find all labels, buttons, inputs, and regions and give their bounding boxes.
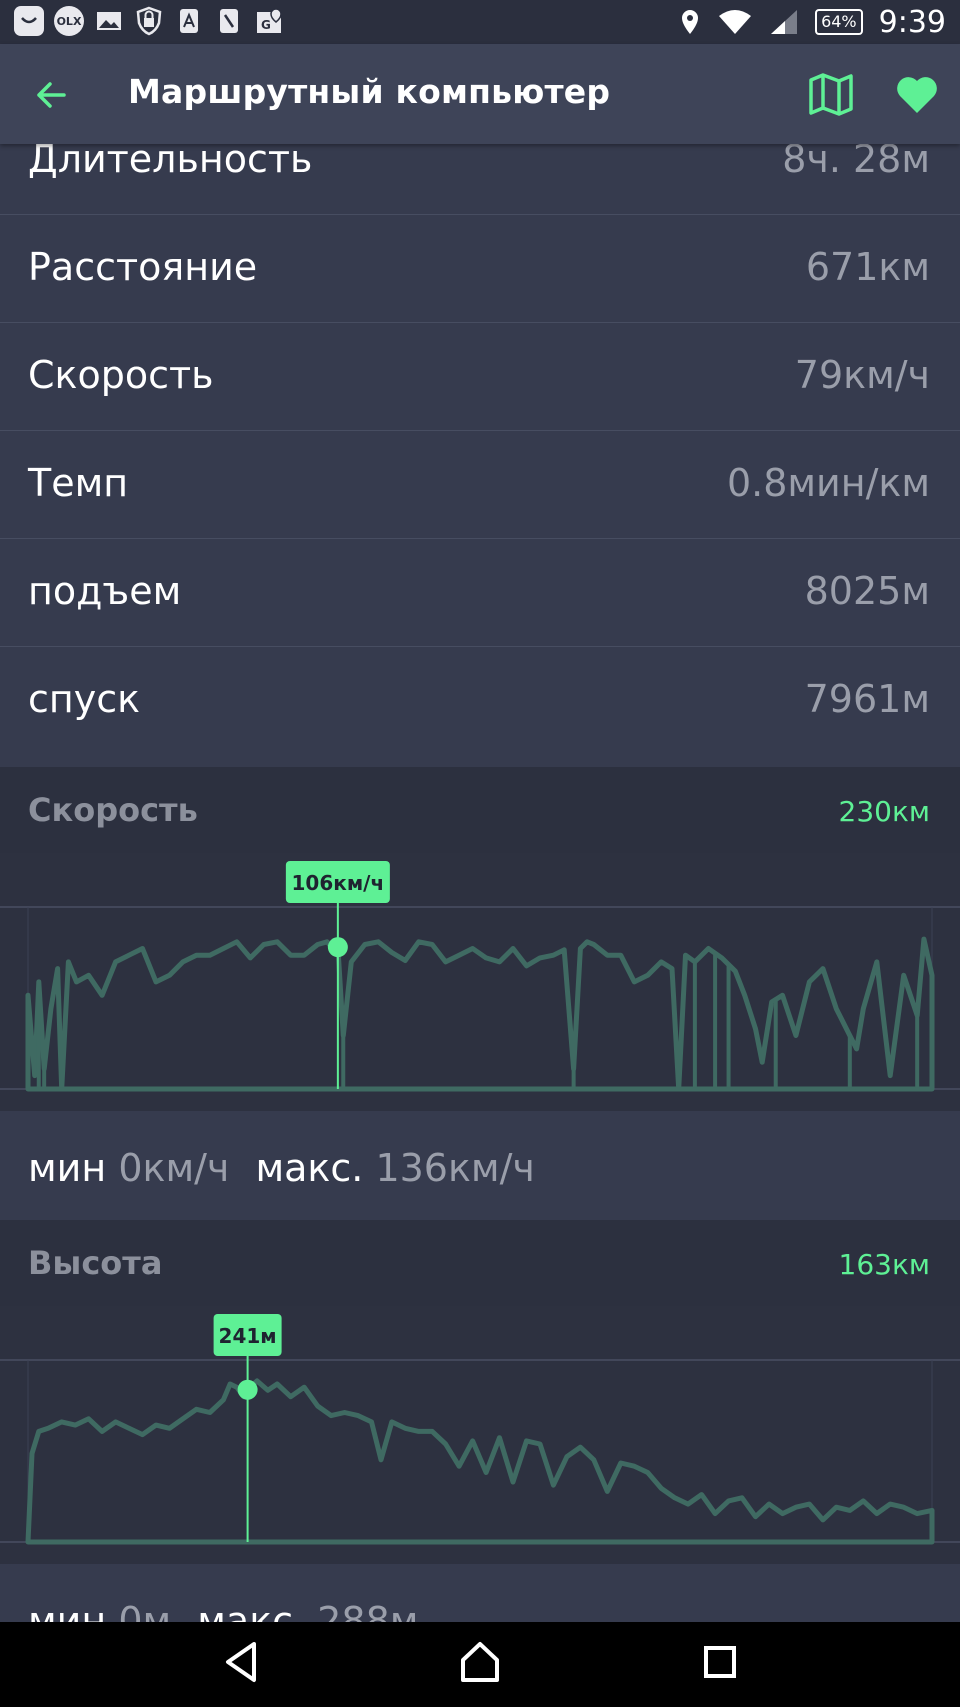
stat-row-distance: Расстояние 671км bbox=[0, 215, 960, 323]
favorite-heart-icon[interactable] bbox=[894, 72, 940, 116]
stat-row-pace: Темп 0.8мин/км bbox=[0, 431, 960, 539]
chat-icon bbox=[14, 6, 44, 36]
speed-min-label: мин bbox=[28, 1146, 107, 1190]
stat-label: подъем bbox=[28, 569, 182, 613]
speed-max-value: 136км/ч bbox=[375, 1146, 535, 1190]
altitude-chart-canvas[interactable]: 241м bbox=[0, 1306, 960, 1564]
speed-section-header: Скорость 230км bbox=[0, 767, 960, 853]
signal-icon bbox=[771, 10, 798, 34]
maps-icon: G bbox=[254, 6, 284, 36]
gallery-icon bbox=[94, 6, 124, 36]
nav-back-icon[interactable] bbox=[222, 1640, 262, 1684]
speed-min-value: 0км/ч bbox=[118, 1146, 230, 1190]
status-bar: OLX G 64% 9:39 bbox=[0, 0, 960, 44]
stat-row-ascent: подъем 8025м bbox=[0, 539, 960, 647]
trip-stats-scroll[interactable]: Длительность 8ч. 28м Расстояние 671км Ск… bbox=[0, 144, 960, 1622]
speed-max-label: макс. bbox=[255, 1146, 364, 1190]
altitude-min-max: мин 0м макс. 288м bbox=[28, 1599, 432, 1622]
altitude-tooltip-label: 241м bbox=[219, 1324, 277, 1348]
altitude-section-header: Высота 163км bbox=[0, 1220, 960, 1306]
speed-cursor-dot bbox=[327, 937, 348, 958]
altitude-chart[interactable]: 241м bbox=[0, 1306, 960, 1564]
speed-chart[interactable]: 106км/ч bbox=[0, 853, 960, 1111]
altitude-section-distance: 163км bbox=[838, 1248, 930, 1281]
vpn-shield-icon bbox=[134, 6, 164, 36]
olx-label: OLX bbox=[56, 14, 82, 28]
system-nav-bar bbox=[0, 1622, 960, 1707]
speed-tooltip-label: 106км/ч bbox=[292, 871, 385, 895]
altitude-series-line bbox=[25, 1378, 935, 1545]
notification-icons: OLX G bbox=[14, 6, 284, 36]
speed-section-title: Скорость bbox=[28, 791, 198, 829]
stat-row-speed: Скорость 79км/ч bbox=[0, 323, 960, 431]
speed-min-max: мин 0км/ч макс. 136км/ч bbox=[28, 1146, 549, 1190]
altitude-section-title: Высота bbox=[28, 1244, 163, 1282]
stat-value: 8025м bbox=[804, 569, 930, 613]
altitude-cursor-dot bbox=[237, 1379, 258, 1400]
stat-label: Скорость bbox=[28, 353, 214, 397]
stat-label: спуск bbox=[28, 677, 141, 721]
stat-value: 79км/ч bbox=[794, 353, 930, 397]
stat-value: 7961м bbox=[804, 677, 930, 721]
store-icon bbox=[174, 6, 204, 36]
wifi-icon bbox=[719, 10, 752, 34]
altitude-max-value: 288м bbox=[317, 1599, 419, 1622]
battery-indicator: 64% bbox=[815, 9, 863, 35]
page-title: Маршрутный компьютер bbox=[128, 72, 611, 111]
svg-text:G: G bbox=[261, 18, 271, 32]
altitude-min-value: 0м bbox=[118, 1599, 172, 1622]
app-bar: Маршрутный компьютер bbox=[0, 44, 960, 144]
speed-section-distance: 230км bbox=[838, 795, 930, 828]
altitude-max-label: макс. bbox=[197, 1599, 306, 1622]
system-icons: 64% 9:39 bbox=[679, 2, 946, 42]
map-icon[interactable] bbox=[808, 72, 854, 116]
nav-home-icon[interactable] bbox=[459, 1640, 501, 1684]
location-icon bbox=[682, 10, 699, 34]
stat-label: Темп bbox=[28, 461, 129, 505]
altitude-min-label: мин bbox=[28, 1599, 107, 1622]
back-arrow-icon[interactable] bbox=[30, 74, 72, 116]
nav-recents-icon[interactable] bbox=[700, 1640, 740, 1684]
stat-row-descent: спуск 7961м bbox=[0, 647, 960, 754]
document-icon bbox=[214, 6, 244, 36]
speed-series-line bbox=[25, 936, 935, 1092]
stat-label: Расстояние bbox=[28, 245, 258, 289]
speed-chart-canvas[interactable]: 106км/ч bbox=[0, 853, 960, 1111]
olx-icon: OLX bbox=[54, 6, 84, 36]
stat-value: 671км bbox=[805, 245, 930, 289]
stat-row-duration: Длительность 8ч. 28м bbox=[0, 144, 960, 215]
stat-value: 8ч. 28м bbox=[782, 144, 930, 181]
stat-value: 0.8мин/км bbox=[726, 461, 930, 505]
clock: 9:39 bbox=[878, 4, 946, 40]
stat-label: Длительность bbox=[28, 144, 313, 181]
